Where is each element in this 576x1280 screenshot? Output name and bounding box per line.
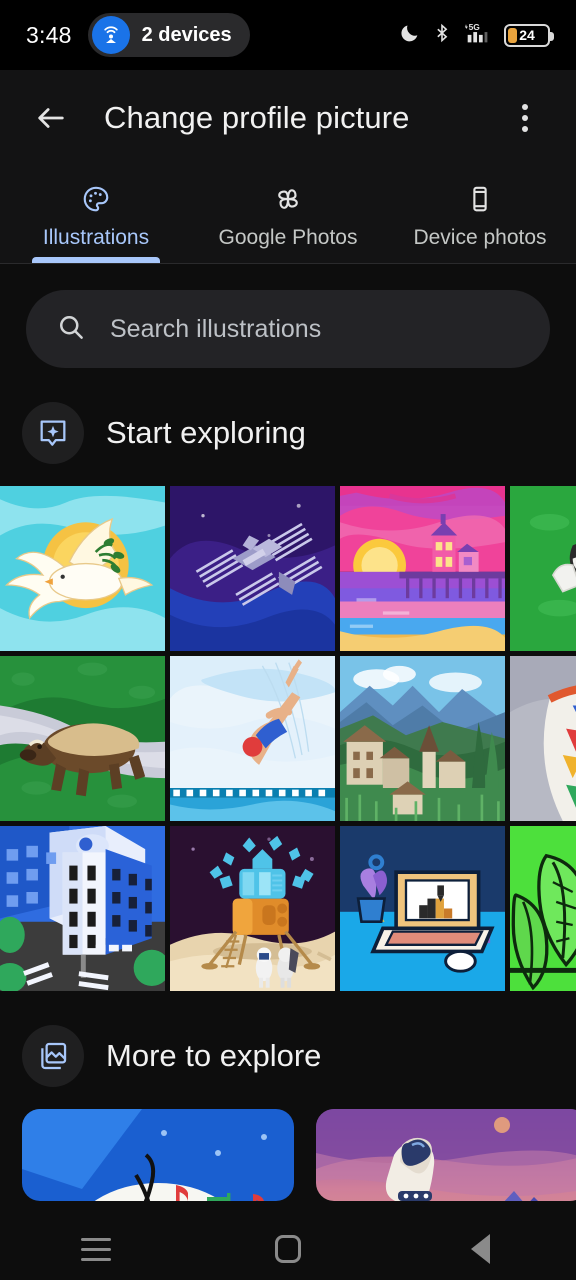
search-placeholder: Search illustrations: [110, 314, 322, 343]
navigation-bar: [0, 1218, 576, 1280]
search-icon: [56, 312, 86, 347]
hotspot-icon: [91, 16, 130, 54]
tab-bar: Illustrations Google Photos Device photo…: [0, 166, 576, 264]
bluetooth-icon: [432, 22, 452, 49]
tab-label-google-photos: Google Photos: [218, 225, 358, 249]
recents-icon[interactable]: [51, 1218, 141, 1280]
search-container: Search illustrations: [0, 264, 576, 368]
device-chip[interactable]: 2 devices: [87, 13, 250, 57]
phone-icon: [465, 184, 495, 219]
explore-card-row: [0, 1109, 576, 1201]
pinwheel-icon: [273, 184, 303, 219]
illustration-tile-space-station[interactable]: [170, 486, 335, 651]
illustration-tile-alpine-village[interactable]: [340, 656, 505, 821]
device-chip-label: 2 devices: [141, 23, 232, 46]
tab-illustrations[interactable]: Illustrations: [0, 166, 192, 263]
battery-percent: 24: [519, 26, 535, 43]
moon-icon: [399, 22, 421, 49]
tab-google-photos[interactable]: Google Photos: [192, 166, 384, 263]
app-bar: Change profile picture: [0, 70, 576, 166]
home-icon[interactable]: [243, 1218, 333, 1280]
status-time: 3:48: [26, 21, 72, 48]
illustration-tile-green-leaves[interactable]: [510, 826, 576, 991]
status-bar: 3:48 2 devices 5G 24: [0, 0, 576, 70]
illustration-grid: [0, 486, 576, 991]
content-area: Search illustrations Start exploring Mor…: [0, 264, 576, 1218]
section-title-start-exploring: Start exploring: [106, 415, 306, 450]
palette-icon: [81, 184, 111, 219]
illustration-tile-city-buildings[interactable]: [0, 826, 165, 991]
page-title: Change profile picture: [104, 100, 410, 135]
photo-stack-icon: [22, 1025, 84, 1087]
illustration-tile-black-white-dog[interactable]: [510, 486, 576, 651]
section-header-start-exploring: Start exploring: [0, 368, 576, 486]
illustration-tile-sunset-pier[interactable]: [340, 486, 505, 651]
sparkle-bubble-icon: [22, 402, 84, 464]
5g-signal-icon: 5G: [463, 21, 493, 50]
illustration-tile-honey-badger[interactable]: [0, 656, 165, 821]
status-bar-left: 3:48 2 devices: [26, 13, 250, 57]
battery-indicator: 24: [504, 23, 554, 47]
svg-text:5G: 5G: [469, 22, 481, 32]
back-arrow-icon[interactable]: [28, 95, 74, 141]
section-title-more-to-explore: More to explore: [106, 1038, 322, 1073]
explore-card-music[interactable]: [22, 1109, 294, 1201]
illustration-tile-peace-dove[interactable]: [0, 486, 165, 651]
explore-card-astronaut[interactable]: [316, 1109, 576, 1201]
tab-device-photos[interactable]: Device photos: [384, 166, 576, 263]
search-input[interactable]: Search illustrations: [26, 290, 550, 368]
section-header-more-to-explore: More to explore: [0, 991, 576, 1109]
tab-label-device-photos: Device photos: [413, 225, 547, 249]
more-vert-icon[interactable]: [502, 95, 548, 141]
illustration-tile-pool-diver[interactable]: [170, 656, 335, 821]
illustration-tile-quilt-pattern[interactable]: [510, 656, 576, 821]
back-triangle-icon[interactable]: [435, 1218, 525, 1280]
status-bar-right: 5G 24: [399, 21, 554, 50]
tab-active-indicator: [32, 257, 160, 263]
tab-label-illustrations: Illustrations: [42, 225, 150, 249]
illustration-tile-laptop-desk[interactable]: [340, 826, 505, 991]
illustration-tile-moon-lander[interactable]: [170, 826, 335, 991]
phone-screen: 3:48 2 devices 5G 24 Change profile pict…: [0, 0, 576, 1280]
